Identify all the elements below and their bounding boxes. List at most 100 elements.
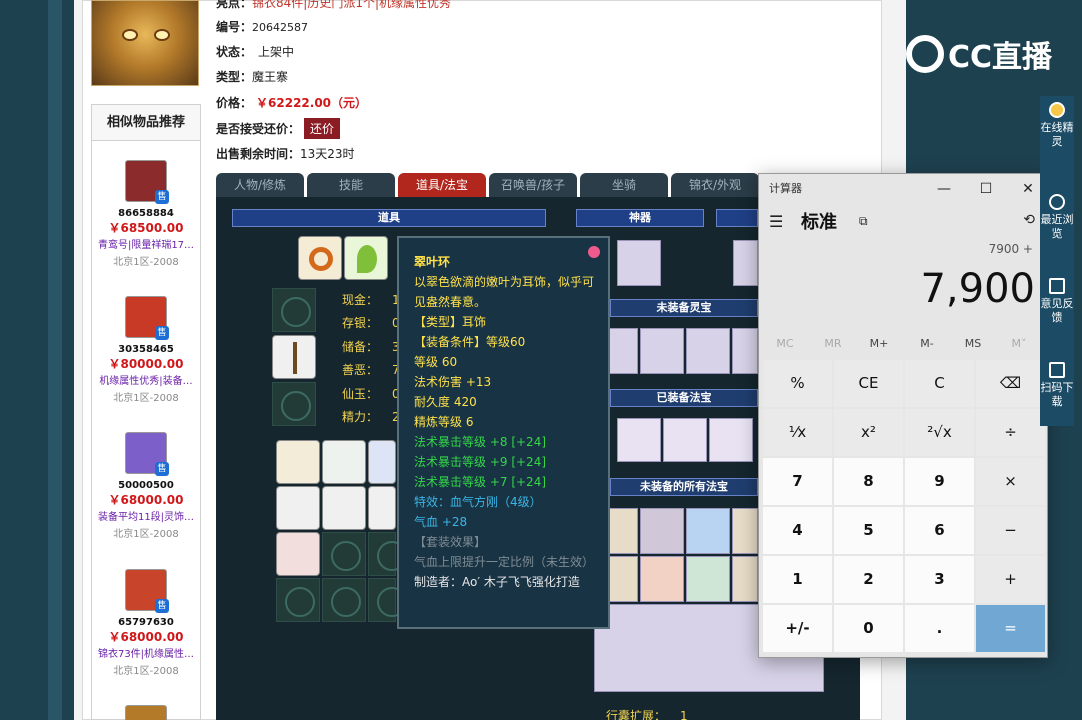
tab-character[interactable]: 人物/修炼 (216, 173, 304, 197)
empty-slot[interactable] (272, 288, 316, 332)
recommend-item[interactable]: 售 30358465 ￥80000.00 机缘属性优秀|装备… 北京1区-200… (92, 296, 200, 404)
time-value: 13天23时 (300, 147, 355, 161)
digit-8-button[interactable]: 8 (834, 458, 903, 505)
memory-recall-button[interactable]: MR (809, 337, 857, 350)
digit-9-button[interactable]: 9 (905, 458, 974, 505)
recommend-desc[interactable]: 机缘属性优秀|装备… (92, 372, 200, 387)
necklace-item[interactable] (322, 440, 366, 484)
digit-5-button[interactable]: 5 (834, 507, 903, 554)
digit-2-button[interactable]: 2 (834, 556, 903, 603)
equals-button[interactable]: = (976, 605, 1045, 652)
tab-pets[interactable]: 召唤兽/孩子 (489, 173, 577, 197)
id-value: 20642587 (252, 21, 309, 34)
leaf-ring-slot[interactable] (344, 236, 388, 280)
empty-slot[interactable] (368, 532, 407, 576)
negate-button[interactable]: +/- (763, 605, 832, 652)
lingbao-slot[interactable] (640, 328, 684, 374)
digit-1-button[interactable]: 1 (763, 556, 832, 603)
tab-items[interactable]: 道具/法宝 (398, 173, 486, 197)
scroll-item[interactable] (276, 440, 320, 484)
backspace-button[interactable]: ⌫ (976, 360, 1045, 407)
recommend-avatar[interactable]: 售 (125, 296, 169, 340)
digit-0-button[interactable]: 0 (834, 605, 903, 652)
add-button[interactable]: + (976, 556, 1045, 603)
fabao-item[interactable] (686, 556, 730, 602)
memory-add-button[interactable]: M+ (855, 337, 903, 350)
digit-4-button[interactable]: 4 (763, 507, 832, 554)
multiply-button[interactable]: × (976, 458, 1045, 505)
clear-button[interactable]: C (905, 360, 974, 407)
axe-slot[interactable] (272, 335, 316, 379)
digit-6-button[interactable]: 6 (905, 507, 974, 554)
fabao-item[interactable] (732, 556, 758, 602)
percent-button[interactable]: % (763, 360, 832, 407)
memory-store-button[interactable]: MS (949, 337, 997, 350)
fabao-item[interactable] (732, 508, 758, 554)
recommend-item-partial[interactable] (92, 705, 200, 720)
tab-mounts[interactable]: 坐骑 (580, 173, 668, 197)
recommend-desc[interactable]: 装备平均11段|灵饰… (92, 508, 200, 523)
empty-slot[interactable] (276, 578, 320, 622)
empty-slot[interactable] (272, 382, 316, 426)
keep-on-top-icon[interactable]: ⧉ (859, 214, 868, 229)
decimal-button[interactable]: . (905, 605, 974, 652)
tooltip-level: 等级 60 (414, 355, 458, 369)
tab-outfits[interactable]: 锦衣/外观 (671, 173, 759, 197)
highlight-text[interactable]: 锦衣84件|历史门派1个|机缘属性优秀 (252, 0, 451, 10)
earring-slot[interactable] (298, 236, 342, 280)
bargain-button[interactable]: 还价 (304, 118, 341, 139)
tab-skills[interactable]: 技能 (307, 173, 395, 197)
boots-item[interactable] (368, 440, 396, 484)
calculator-titlebar[interactable]: 计算器 — ☐ ✕ (759, 174, 1047, 204)
sqrt-button[interactable]: ²√x (905, 409, 974, 456)
recommend-server: 北京1区-2008 (113, 529, 179, 540)
recommend-avatar[interactable]: 售 (125, 160, 169, 204)
calculator-display: 7,900 (920, 266, 1035, 312)
bag-expand: 行囊扩展： 1 (606, 707, 688, 720)
recommend-avatar[interactable]: 售 (125, 432, 169, 476)
extra-slot[interactable] (733, 240, 758, 286)
fabao-item[interactable] (640, 556, 684, 602)
empty-slot[interactable] (368, 578, 407, 622)
digit-3-button[interactable]: 3 (905, 556, 974, 603)
recommend-desc[interactable]: 青鸾号|限量祥瑞17… (92, 236, 200, 251)
lingbao-slot[interactable] (686, 328, 730, 374)
clear-entry-button[interactable]: CE (834, 360, 903, 407)
chain-item[interactable] (322, 486, 366, 530)
chain-item[interactable] (368, 486, 396, 530)
memory-clear-button[interactable]: MC (761, 337, 809, 350)
digit-7-button[interactable]: 7 (763, 458, 832, 505)
recommend-avatar[interactable] (125, 705, 167, 720)
empty-slot[interactable] (322, 578, 366, 622)
qr-download-button[interactable]: 扫码下载 (1040, 362, 1074, 409)
reciprocal-button[interactable]: ¹⁄x (763, 409, 832, 456)
history-icon[interactable]: ⟲ (1023, 212, 1035, 228)
online-helper-button[interactable]: 在线精灵 (1040, 102, 1074, 149)
divide-button[interactable]: ÷ (976, 409, 1045, 456)
recommend-item[interactable]: 售 65797630 ￥68000.00 锦衣73件|机缘属性… 北京1区-20… (92, 569, 200, 677)
fabao-item[interactable] (640, 508, 684, 554)
subtract-button[interactable]: − (976, 507, 1045, 554)
maximize-icon[interactable]: ☐ (965, 174, 1007, 204)
square-button[interactable]: x² (834, 409, 903, 456)
recommend-avatar[interactable]: 售 (125, 569, 169, 613)
fabao-item[interactable] (686, 508, 730, 554)
empty-slot[interactable] (322, 532, 366, 576)
shenqi-slot[interactable] (617, 240, 661, 286)
recent-browse-button[interactable]: 最近浏览 (1040, 194, 1074, 241)
fabao-slot[interactable] (663, 418, 707, 462)
fabao-slot[interactable] (709, 418, 753, 462)
recommend-desc[interactable]: 锦衣73件|机缘属性… (92, 645, 200, 660)
recommend-item[interactable]: 售 86658884 ￥68500.00 青鸾号|限量祥瑞17… 北京1区-20… (92, 160, 200, 268)
minimize-icon[interactable]: — (923, 174, 965, 204)
memory-list-button[interactable]: M˅ (995, 337, 1043, 350)
tooltip-close-icon[interactable] (588, 246, 600, 258)
lingbao-slot[interactable] (732, 328, 758, 374)
fabao-slot[interactable] (617, 418, 661, 462)
menu-icon[interactable]: ☰ (769, 212, 783, 231)
feedback-button[interactable]: 意见反馈 (1040, 278, 1074, 325)
armor-item[interactable] (276, 532, 320, 576)
recommend-item[interactable]: 售 50000500 ￥68000.00 装备平均11段|灵饰… 北京1区-20… (92, 432, 200, 540)
chain-item[interactable] (276, 486, 320, 530)
memory-subtract-button[interactable]: M- (903, 337, 951, 350)
